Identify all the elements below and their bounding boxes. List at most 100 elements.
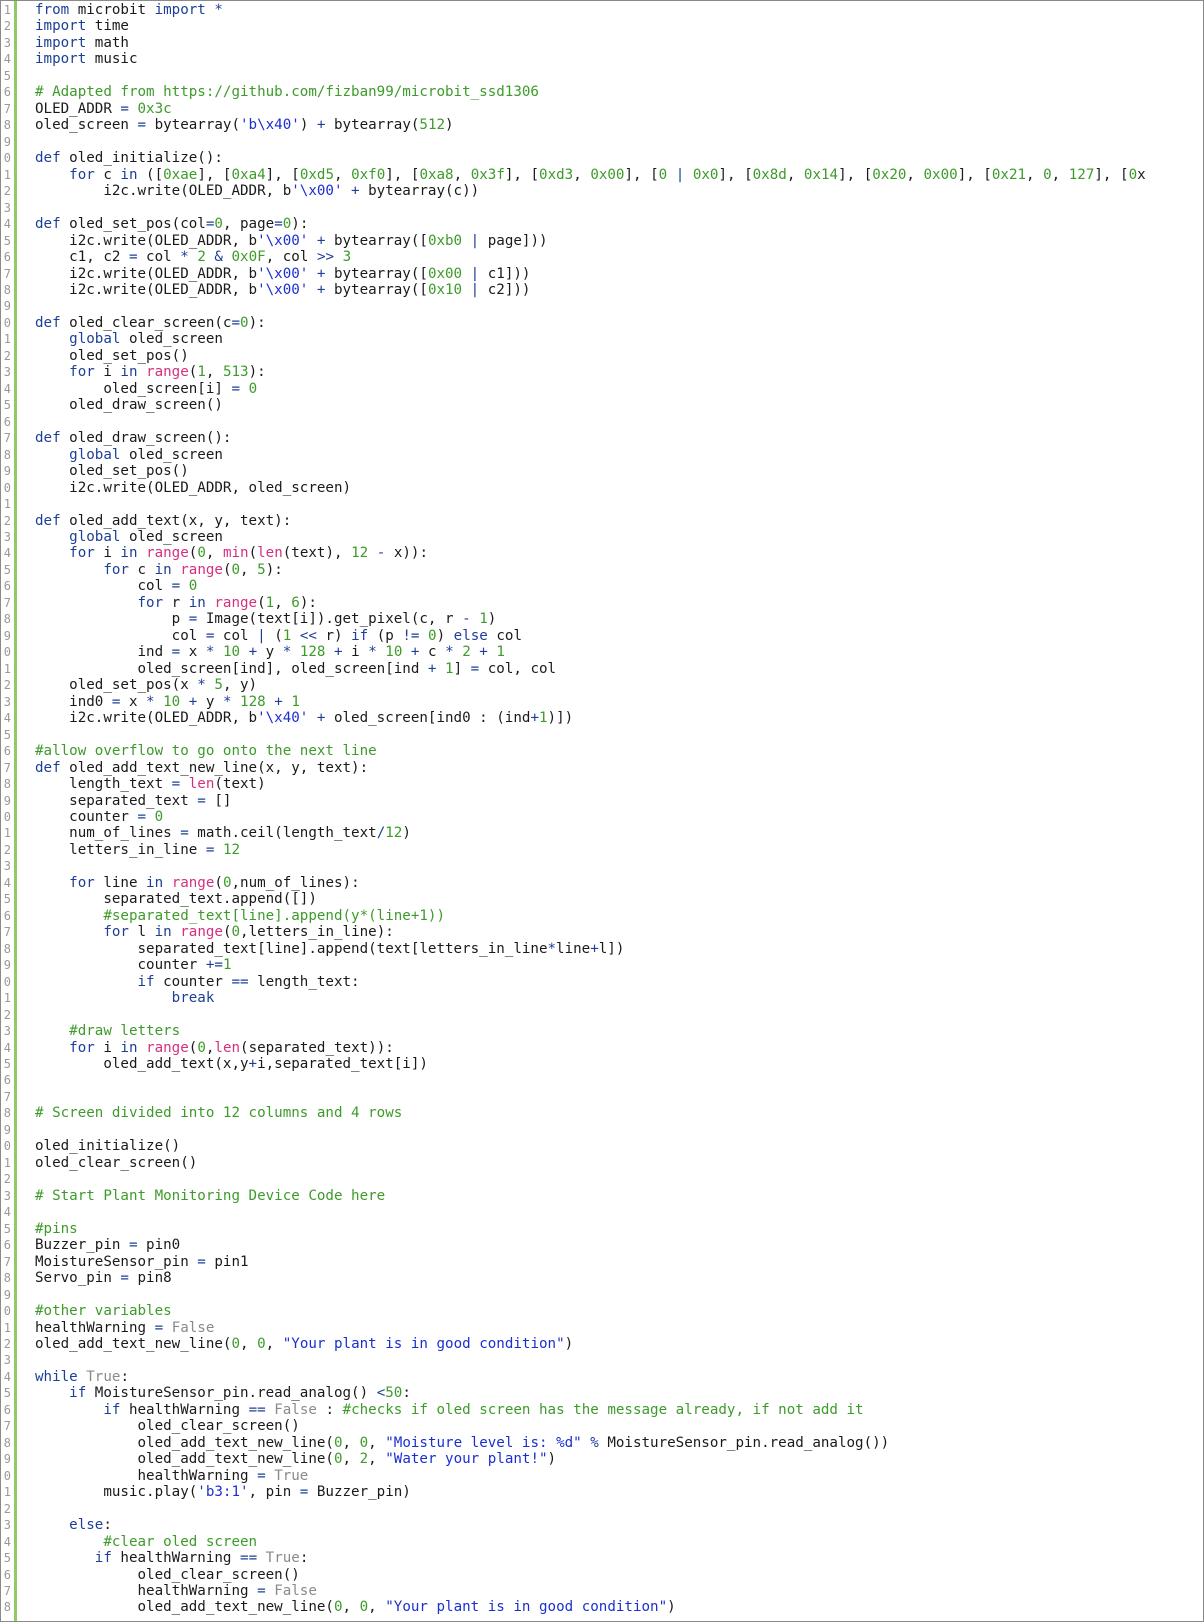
code-line[interactable]: 3	[1, 1352, 1203, 1368]
code-line[interactable]: 7 oled_clear_screen()	[1, 1418, 1203, 1434]
code-line[interactable]: 5 if healthWarning == True:	[1, 1550, 1203, 1566]
code-line[interactable]: 2 oled_set_pos(x * 5, y)	[1, 677, 1203, 693]
code-line[interactable]: 7	[1, 1089, 1203, 1105]
code-line[interactable]: 5 separated_text.append([])	[1, 891, 1203, 907]
code-line[interactable]: 8 length_text = len(text)	[1, 776, 1203, 792]
code-line[interactable]: 9 separated_text = []	[1, 793, 1203, 809]
code-line[interactable]: 2 import time	[1, 18, 1203, 34]
code-line[interactable]: 6 oled_clear_screen()	[1, 1567, 1203, 1583]
code-line[interactable]: 5 for c in range(0, 5):	[1, 562, 1203, 578]
code-line[interactable]: 8 i2c.write(OLED_ADDR, b'\x00' + bytearr…	[1, 282, 1203, 298]
code-line[interactable]: 4 #clear oled screen	[1, 1534, 1203, 1550]
code-line[interactable]: 8 oled_add_text_new_line(0, 0, "Your pla…	[1, 1599, 1203, 1615]
code-line[interactable]: 1 oled_clear_screen()	[1, 1155, 1203, 1171]
code-line[interactable]: 0 oled_initialize()	[1, 1138, 1203, 1154]
code-line[interactable]: 1 music.play('b3:1', pin = Buzzer_pin)	[1, 1484, 1203, 1500]
code-line[interactable]: 2 i2c.write(OLED_ADDR, b'\x00' + bytearr…	[1, 183, 1203, 199]
code-line[interactable]: 4 oled_screen[i] = 0	[1, 381, 1203, 397]
code-line[interactable]: 8 oled_add_text_new_line(0, 0, "Moisture…	[1, 1435, 1203, 1451]
code-line[interactable]: 9 oled_set_pos()	[1, 463, 1203, 479]
code-line[interactable]: 1 for c in ([0xae], [0xa4], [0xd5, 0xf0]…	[1, 167, 1203, 183]
code-line[interactable]: 1 global oled_screen	[1, 331, 1203, 347]
code-line[interactable]: 8 separated_text[line].append(text[lette…	[1, 941, 1203, 957]
code-line[interactable]: 4 for i in range(0, min(len(text), 12 - …	[1, 545, 1203, 561]
code-line[interactable]: 0 ind = x * 10 + y * 128 + i * 10 + c * …	[1, 644, 1203, 660]
code-line[interactable]: 7 i2c.write(OLED_ADDR, b'\x00' + bytearr…	[1, 266, 1203, 282]
code-line[interactable]: 0 #other variables	[1, 1303, 1203, 1319]
code-line[interactable]: 1 oled_screen[ind], oled_screen[ind + 1]…	[1, 661, 1203, 677]
code-line[interactable]: 5 oled_add_text(x,y+i,separated_text[i])	[1, 1056, 1203, 1072]
code-line[interactable]: 7 OLED_ADDR = 0x3c	[1, 101, 1203, 117]
code-line[interactable]: 6 #separated_text[line].append(y*(line+1…	[1, 908, 1203, 924]
code-line[interactable]: 9 col = col | (1 << r) if (p != 0) else …	[1, 628, 1203, 644]
code-line[interactable]: 0 def oled_initialize():	[1, 150, 1203, 166]
code-line[interactable]: 9	[1, 1122, 1203, 1138]
code-line[interactable]: 9	[1, 1287, 1203, 1303]
code-line[interactable]: 5	[1, 727, 1203, 743]
code-line[interactable]: 6	[1, 1072, 1203, 1088]
code-line[interactable]: 1 healthWarning = False	[1, 1320, 1203, 1336]
code-line[interactable]: 3	[1, 858, 1203, 874]
code-line[interactable]: 8 p = Image(text[i]).get_pixel(c, r - 1)	[1, 611, 1203, 627]
code-line[interactable]: 6 if healthWarning == False : #checks if…	[1, 1402, 1203, 1418]
code-line[interactable]: 2	[1, 1007, 1203, 1023]
code-line[interactable]: 9	[1, 298, 1203, 314]
code-line[interactable]: 3 # Start Plant Monitoring Device Code he…	[1, 1188, 1203, 1204]
code-line[interactable]: 2 def oled_add_text(x, y, text):	[1, 513, 1203, 529]
code-line[interactable]: 3 for i in range(1, 513):	[1, 364, 1203, 380]
code-line[interactable]: 5 oled_draw_screen()	[1, 397, 1203, 413]
code-line[interactable]: 7 for l in range(0,letters_in_line):	[1, 924, 1203, 940]
code-line[interactable]: 7 MoistureSensor_pin = pin1	[1, 1254, 1203, 1270]
code-line[interactable]: 7 for r in range(1, 6):	[1, 595, 1203, 611]
code-line[interactable]: 9	[1, 134, 1203, 150]
code-editor[interactable]: 1 from microbit import * 2 import time 3 impo…	[0, 0, 1204, 1622]
code-line[interactable]: 6 #allow overflow to go onto the next lin…	[1, 743, 1203, 759]
code-line[interactable]: 7 def oled_add_text_new_line(x, y, text):	[1, 760, 1203, 776]
code-line[interactable]: 3 global oled_screen	[1, 529, 1203, 545]
code-line[interactable]: 2	[1, 1501, 1203, 1517]
code-line[interactable]: 6 c1, c2 = col * 2 & 0x0F, col >> 3	[1, 249, 1203, 265]
code-line[interactable]: 6 col = 0	[1, 578, 1203, 594]
code-line[interactable]: 8 oled_screen = bytearray('b\x40') + byte…	[1, 117, 1203, 133]
code-line[interactable]: 0 def oled_clear_screen(c=0):	[1, 315, 1203, 331]
code-line[interactable]: 3 import math	[1, 35, 1203, 51]
code-line[interactable]: 3 else:	[1, 1517, 1203, 1533]
code-line[interactable]: 4 import music	[1, 51, 1203, 67]
code-line[interactable]: 4 for i in range(0,len(separated_text)):	[1, 1040, 1203, 1056]
code-line[interactable]: 4 for line in range(0,num_of_lines):	[1, 875, 1203, 891]
code-line[interactable]: 3 ind0 = x * 10 + y * 128 + 1	[1, 694, 1203, 710]
code-line[interactable]: 8 Servo_pin = pin8	[1, 1270, 1203, 1286]
code-line[interactable]: 4 def oled_set_pos(col=0, page=0):	[1, 216, 1203, 232]
code-line[interactable]: 6	[1, 414, 1203, 430]
code-line[interactable]: 2 letters_in_line = 12	[1, 842, 1203, 858]
code-line[interactable]: 4 i2c.write(OLED_ADDR, b'\x40' + oled_sc…	[1, 710, 1203, 726]
code-line[interactable]: 0 counter = 0	[1, 809, 1203, 825]
code-line[interactable]: 2 oled_add_text_new_line(0, 0, "Your plan…	[1, 1336, 1203, 1352]
code-line[interactable]: 9 oled_add_text_new_line(0, 2, "Water yo…	[1, 1451, 1203, 1467]
code-line[interactable]: 0 if counter == length_text:	[1, 974, 1203, 990]
code-line[interactable]: 6 Buzzer_pin = pin0	[1, 1237, 1203, 1253]
code-line[interactable]: 9 counter +=1	[1, 957, 1203, 973]
code-line[interactable]: 4	[1, 1204, 1203, 1220]
code-line[interactable]: 3	[1, 200, 1203, 216]
code-line[interactable]: 5 if MoistureSensor_pin.read_analog() <5…	[1, 1385, 1203, 1401]
code-line[interactable]: 8 global oled_screen	[1, 447, 1203, 463]
code-line[interactable]: 6 # Adapted from https://github.com/fizba…	[1, 84, 1203, 100]
code-line[interactable]: 0 healthWarning = True	[1, 1468, 1203, 1484]
code-area[interactable]: 1 from microbit import * 2 import time 3 impo…	[1, 2, 1203, 1616]
code-line[interactable]: 2	[1, 1171, 1203, 1187]
code-line[interactable]: 1	[1, 496, 1203, 512]
code-line[interactable]: 5 i2c.write(OLED_ADDR, b'\x00' + bytearr…	[1, 233, 1203, 249]
code-line[interactable]: 8 # Screen divided into 12 columns and 4 …	[1, 1105, 1203, 1121]
code-line[interactable]: 1 from microbit import *	[1, 2, 1203, 18]
code-line[interactable]: 4 while True:	[1, 1369, 1203, 1385]
code-line[interactable]: 3 #draw letters	[1, 1023, 1203, 1039]
code-line[interactable]: 5	[1, 68, 1203, 84]
code-line[interactable]: 1 break	[1, 990, 1203, 1006]
code-line[interactable]: 7 healthWarning = False	[1, 1583, 1203, 1599]
code-line[interactable]: 1 num_of_lines = math.ceil(length_text/1…	[1, 825, 1203, 841]
code-line[interactable]: 0 i2c.write(OLED_ADDR, oled_screen)	[1, 480, 1203, 496]
code-line[interactable]: 7 def oled_draw_screen():	[1, 430, 1203, 446]
code-line[interactable]: 2 oled_set_pos()	[1, 348, 1203, 364]
code-line[interactable]: 5 #pins	[1, 1221, 1203, 1237]
